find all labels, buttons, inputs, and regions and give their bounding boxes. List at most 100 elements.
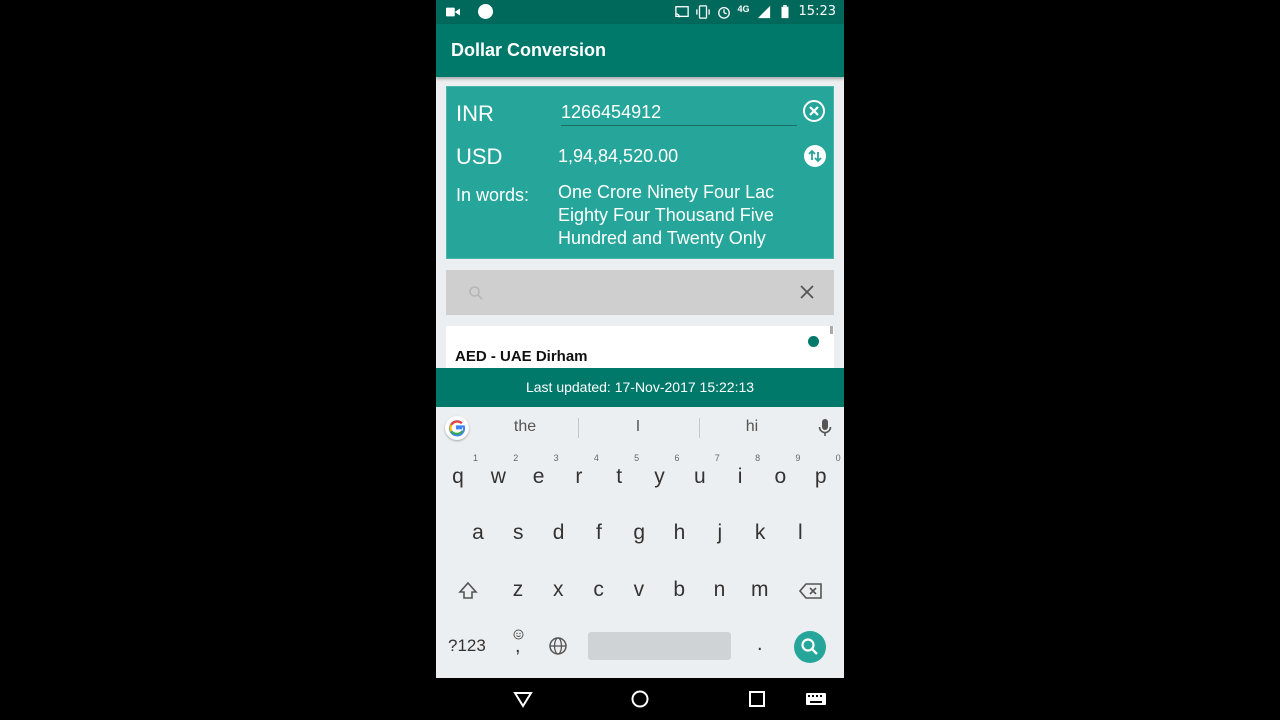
key-i[interactable]: i8	[722, 453, 760, 489]
converter-card: INR USD 1,94,84,520.00 In words: One Cro…	[446, 86, 834, 259]
suggestion-2[interactable]: I	[598, 418, 678, 436]
converted-amount: 1,94,84,520.00	[558, 146, 679, 166]
key-s[interactable]: s	[500, 521, 536, 545]
clear-amount-button[interactable]	[803, 100, 825, 122]
amount-input[interactable]	[561, 99, 797, 126]
shift-key-icon[interactable]	[457, 580, 479, 602]
suggestion-3[interactable]: hi	[712, 418, 792, 436]
list-item[interactable]: AED - UAE Dirham	[446, 326, 834, 368]
symbols-key[interactable]: ?123	[448, 636, 486, 656]
key-c[interactable]: c	[581, 578, 617, 602]
key-n[interactable]: n	[702, 578, 738, 602]
key-d[interactable]: d	[541, 521, 577, 545]
key-hint: 5	[634, 453, 640, 463]
key-t[interactable]: t5	[601, 453, 639, 489]
microphone-icon[interactable]	[818, 418, 832, 438]
soft-keyboard: the I hi q1w2e3r4t5y6u7i8o9p0 asdfghjkl …	[436, 407, 844, 678]
search-key-icon	[801, 638, 818, 655]
in-words-label: In words:	[456, 185, 530, 205]
key-label: a	[472, 521, 484, 544]
key-f[interactable]: f	[581, 521, 617, 545]
key-h[interactable]: h	[662, 521, 698, 545]
last-updated-text: Last updated: 17-Nov-2017 15:22:13	[525, 379, 755, 395]
system-navigation-bar	[436, 678, 844, 720]
clear-search-icon[interactable]	[799, 284, 815, 300]
key-k[interactable]: k	[742, 521, 778, 545]
key-hint: 7	[714, 453, 720, 463]
search-icon	[469, 286, 483, 300]
back-nav-icon[interactable]	[512, 688, 534, 710]
key-hint: 3	[553, 453, 559, 463]
key-label: u	[693, 465, 706, 488]
key-b[interactable]: b	[661, 578, 697, 602]
period-key[interactable]: .	[757, 633, 763, 656]
key-label: y	[654, 465, 665, 488]
key-label: h	[673, 521, 686, 544]
recents-nav-icon[interactable]	[746, 688, 768, 710]
status-time: 15:23	[798, 4, 836, 19]
key-y[interactable]: y6	[642, 453, 679, 489]
swap-currency-button[interactable]	[804, 145, 826, 167]
key-q[interactable]: q1	[440, 453, 478, 489]
phone-screen: 4G 15:23 Dollar Conversion INR USD 1,94,…	[436, 0, 844, 720]
key-label: l	[798, 521, 803, 544]
comma-key-label: ,	[515, 635, 521, 657]
key-label: k	[754, 521, 766, 544]
space-key[interactable]	[588, 632, 731, 660]
key-a[interactable]: a	[460, 521, 496, 545]
currency-search-input[interactable]	[491, 280, 785, 306]
swap-icon	[808, 149, 822, 163]
key-v[interactable]: v	[621, 578, 657, 602]
suggestion-divider	[699, 418, 700, 438]
suggestion-1[interactable]: the	[485, 418, 565, 436]
google-logo-icon[interactable]	[445, 416, 469, 440]
signal-icon	[757, 5, 770, 18]
key-j[interactable]: j	[702, 521, 738, 545]
key-label: j	[717, 521, 723, 544]
selected-radio-icon[interactable]	[808, 336, 819, 347]
key-hint: 9	[795, 453, 801, 463]
currency-list: AED - UAE Dirham	[446, 326, 834, 368]
alarm-icon	[717, 6, 730, 19]
key-e[interactable]: e3	[521, 453, 559, 489]
globe-icon[interactable]	[548, 636, 568, 656]
key-label: t	[616, 465, 623, 488]
key-label: n	[713, 578, 726, 601]
key-u[interactable]: u7	[682, 453, 720, 489]
key-label: q	[452, 465, 464, 488]
key-label: x	[553, 578, 564, 601]
key-label: i	[737, 465, 743, 488]
in-words-value: One Crore Ninety Four Lac Eighty Four Th…	[558, 182, 775, 248]
key-label: r	[575, 465, 583, 488]
video-camera-icon	[446, 7, 460, 16]
app-title: Dollar Conversion	[451, 40, 607, 60]
key-w[interactable]: w2	[480, 453, 519, 489]
key-g[interactable]: g	[621, 521, 657, 545]
network-type-label: 4G	[737, 3, 750, 14]
key-label: e	[532, 465, 545, 488]
backspace-key-icon[interactable]	[799, 582, 823, 600]
key-m[interactable]: m	[742, 578, 778, 602]
suggestion-divider	[578, 418, 579, 438]
key-r[interactable]: r4	[561, 453, 599, 489]
status-bar: 4G 15:23	[436, 0, 844, 24]
key-o[interactable]: o9	[762, 453, 801, 489]
key-x[interactable]: x	[540, 578, 576, 602]
key-p[interactable]: p0	[803, 453, 841, 489]
key-z[interactable]: z	[500, 578, 536, 602]
key-hint: 6	[674, 453, 680, 463]
key-label: z	[512, 578, 524, 601]
key-label: g	[633, 521, 646, 544]
keyboard-switch-icon[interactable]	[804, 688, 828, 710]
search-key[interactable]	[794, 631, 826, 663]
key-l[interactable]: l	[782, 521, 818, 545]
home-nav-icon[interactable]	[629, 688, 651, 710]
to-currency-label: USD	[456, 144, 503, 169]
google-g-icon	[448, 420, 466, 437]
last-updated-bar: Last updated: 17-Nov-2017 15:22:13	[436, 368, 844, 407]
suggestion-strip: the I hi	[436, 407, 844, 449]
key-label: w	[490, 465, 506, 488]
key-hint: 2	[513, 453, 519, 463]
cast-icon	[674, 5, 689, 17]
key-label: o	[774, 465, 787, 488]
